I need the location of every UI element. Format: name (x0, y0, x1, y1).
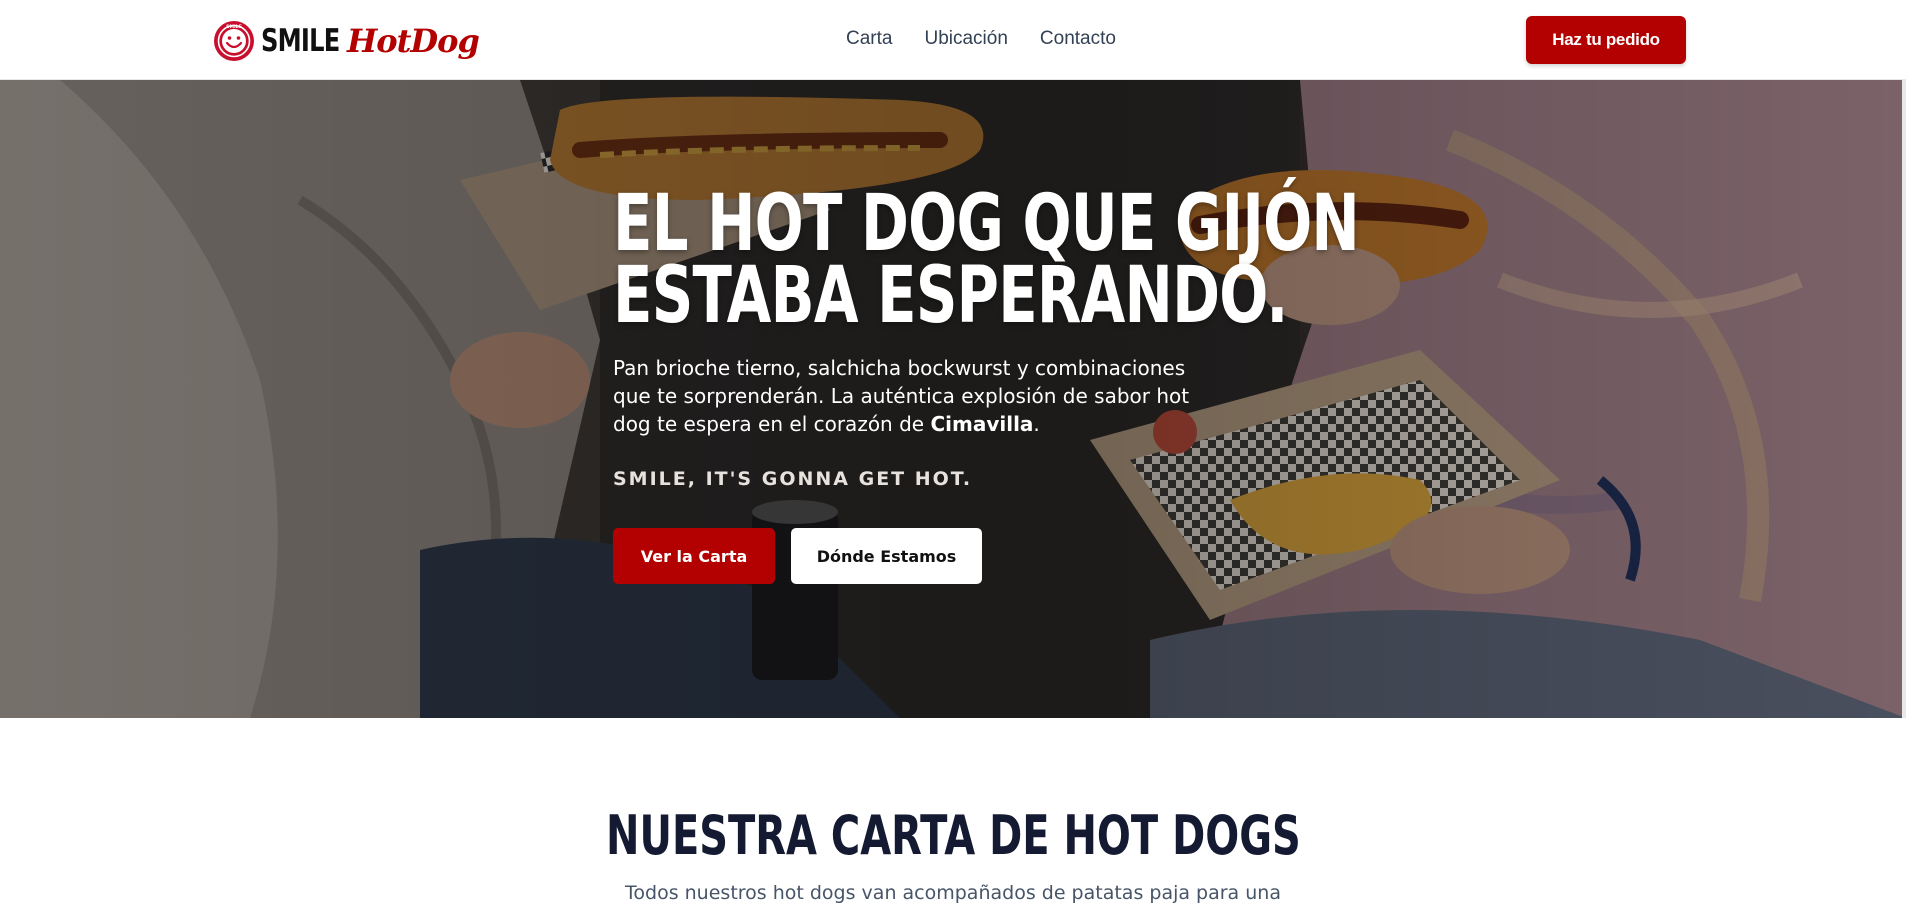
svg-text:SMILE: SMILE (226, 24, 242, 30)
page-scrollbar[interactable] (1902, 80, 1906, 718)
hero-section: EL HOT DOG QUE GIJÓN ESTABA ESPERANDO. P… (0, 80, 1906, 718)
brand-word-hotdog: HotDog (347, 22, 480, 60)
menu-title: NUESTRA CARTA DE HOT DOGS (0, 806, 1906, 866)
hero-title-line-1: EL HOT DOG QUE GIJÓN (613, 179, 1360, 269)
menu-title-text: NUESTRA CARTA DE HOT DOGS (605, 804, 1301, 867)
hero-title: EL HOT DOG QUE GIJÓN ESTABA ESPERANDO. (613, 179, 1360, 341)
hero-buttons: Ver la Carta Dónde Estamos (613, 528, 1313, 584)
hero-description-end: . (1033, 412, 1040, 436)
smile-badge-icon: SMILE (214, 21, 254, 61)
view-menu-button[interactable]: Ver la Carta (613, 528, 775, 584)
brand-word-smile: SMILE (261, 23, 340, 59)
location-button[interactable]: Dónde Estamos (791, 528, 982, 584)
menu-section: NUESTRA CARTA DE HOT DOGS Todos nuestros… (0, 718, 1906, 907)
hero-tagline: SMILE, IT'S GONNA GET HOT. (613, 468, 973, 490)
hero-description-highlight: Cimavilla (930, 412, 1034, 436)
hero-title-line-2: ESTABA ESPERANDO. (613, 251, 1288, 341)
hero-content: EL HOT DOG QUE GIJÓN ESTABA ESPERANDO. P… (613, 179, 1360, 584)
menu-subtitle: Todos nuestros hot dogs van acompañados … (625, 882, 1281, 904)
main-nav: Carta Ubicación Contacto (846, 26, 1116, 52)
nav-link-carta[interactable]: Carta (846, 26, 892, 52)
site-header: SMILE SMILE HotDog Carta Ubicación Conta… (0, 0, 1906, 80)
hero-description-text: Pan brioche tierno, salchicha bockwurst … (613, 356, 1190, 436)
order-button[interactable]: Haz tu pedido (1526, 16, 1686, 64)
brand-logo[interactable]: SMILE SMILE HotDog (213, 19, 480, 63)
nav-link-contacto[interactable]: Contacto (1040, 26, 1116, 52)
hero-description: Pan brioche tierno, salchicha bockwurst … (613, 354, 1213, 438)
nav-link-ubicacion[interactable]: Ubicación (924, 26, 1007, 52)
